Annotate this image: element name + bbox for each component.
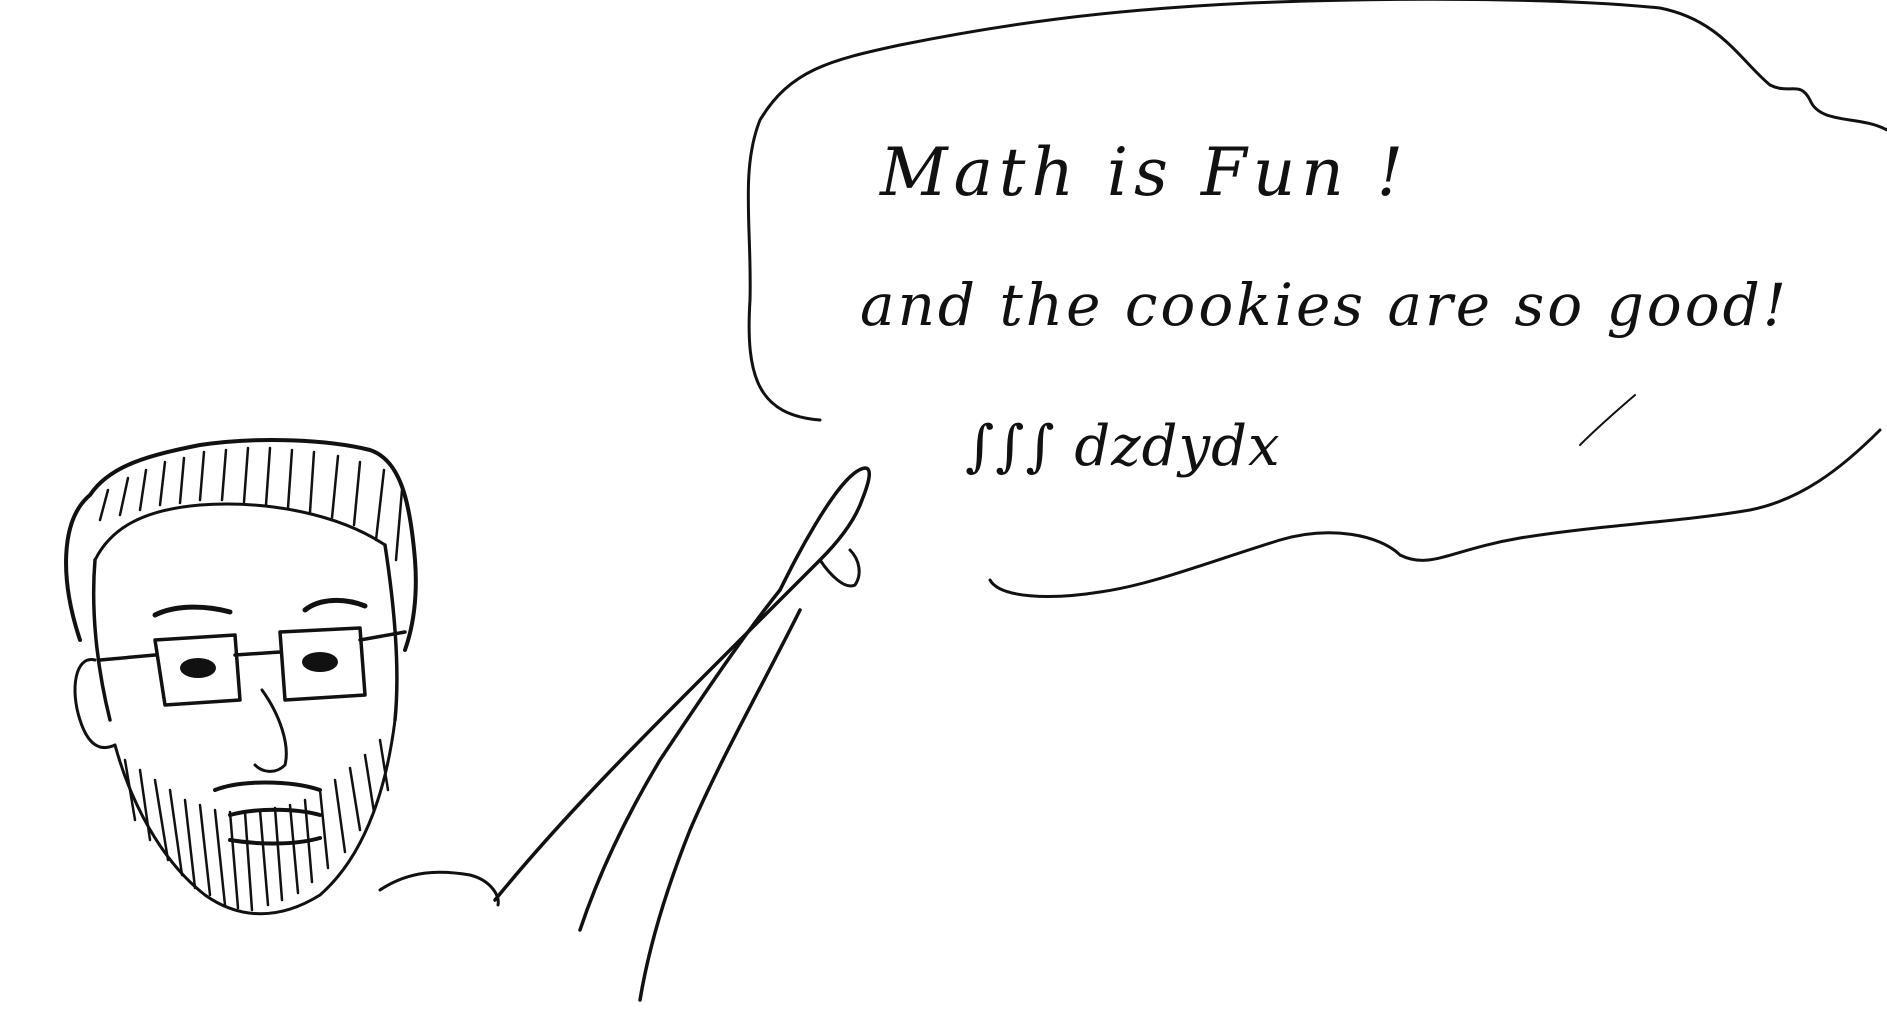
bubble-pointer-stroke — [1579, 394, 1636, 446]
man-head — [64, 438, 418, 916]
right-eye — [302, 652, 338, 672]
speech-line-cookies: and the cookies are so good! — [860, 271, 1789, 339]
face-outline — [91, 543, 399, 722]
cartoon-drawing: Math is Fun ! and the cookies are so goo… — [64, 0, 1887, 1002]
nose — [253, 688, 288, 773]
left-eye — [180, 658, 216, 678]
hair — [64, 438, 418, 652]
glasses — [98, 626, 407, 707]
ear — [73, 658, 117, 750]
speech-line-math-is-fun: Math is Fun ! — [879, 134, 1409, 211]
beard — [113, 718, 397, 916]
shoulder — [378, 870, 500, 907]
pointing-arm — [378, 466, 871, 1002]
speech-line-triple-integral: ∫∫∫ dzdydx — [965, 414, 1281, 479]
